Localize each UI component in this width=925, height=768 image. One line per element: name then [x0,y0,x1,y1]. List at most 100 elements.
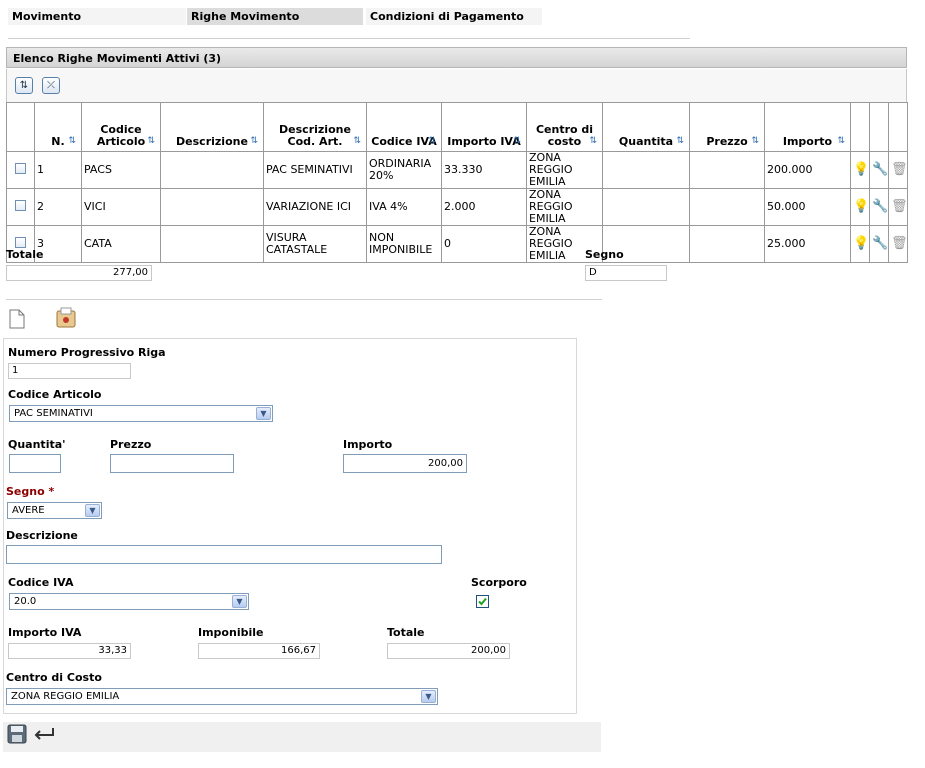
row-checkbox[interactable] [15,237,26,248]
sort-icon[interactable]: ⇅ [68,135,76,147]
sort-icon[interactable]: ⇅ [428,135,436,147]
importo-label: Importo [343,438,393,451]
column-header[interactable]: Descrizione ⇅ [160,102,264,152]
rows-table: N. ⇅ Codice Articolo ⇅ Descrizione ⇅ Descri… [6,102,908,263]
table-header-row: N. ⇅ Codice Articolo ⇅ Descrizione ⇅ Descri… [6,102,908,152]
grid-toolbar: ⇅ ⤫ [6,69,907,102]
column-header[interactable]: Importo IVA ⇅ [441,102,527,152]
sort-icon[interactable]: ⇅ [837,135,845,147]
cell-descrizione [160,151,264,189]
codice-iva-value: 20.0 [14,596,37,607]
centro-select[interactable]: ZONA REGGIO EMILIA ▼ [6,688,438,705]
wrench-icon[interactable]: 🔧 [872,236,888,252]
sort-icon[interactable]: ⇅ [676,135,684,147]
column-header[interactable]: Centro di costo ⇅ [526,102,603,152]
cell-importo-iva: 33.330 [441,151,527,189]
column-header[interactable]: Importo ⇅ [764,102,851,152]
sort-icon[interactable]: ⇅ [250,135,258,147]
table-row[interactable]: 1 PACS PAC SEMINATIVI ORDINARIA 20% 33.3… [6,151,908,189]
chevron-down-icon[interactable]: ▼ [85,504,100,517]
tab-condizioni-pagamento[interactable]: Condizioni di Pagamento [366,8,542,25]
sort-icon[interactable]: ⇅ [147,135,155,147]
numero-field[interactable]: 1 [8,363,131,379]
codice-iva-select[interactable]: 20.0 ▼ [9,593,249,610]
descrizione-field[interactable] [6,545,442,564]
segno-summary-field: D [585,265,667,281]
sort-icon[interactable]: ⇅ [513,135,521,147]
column-header[interactable]: Prezzo ⇅ [689,102,765,152]
action-column-header [850,102,870,152]
cell-prezzo [689,188,765,226]
table-row[interactable]: 3 CATA VISURA CATASTALE NON IMPONIBILE 0… [6,225,908,263]
cell-centro: ZONA REGGIO EMILIA [526,151,603,189]
cell-iva: ORDINARIA 20% [366,151,442,189]
cell-quantita [602,151,690,189]
centro-label: Centro di Costo [6,671,102,684]
column-header[interactable]: Quantita ⇅ [602,102,690,152]
cell-prezzo [689,225,765,263]
row-checkbox[interactable] [15,163,26,174]
importo-iva-field: 33,33 [8,643,131,659]
trash-icon[interactable]: 🗑 [891,236,907,252]
segno-label-text: Segno [6,485,45,498]
required-marker: * [48,485,55,498]
quantita-field[interactable] [9,454,61,473]
new-document-icon[interactable] [9,309,25,329]
wrench-icon[interactable]: 🔧 [872,199,888,215]
table-row[interactable]: 2 VICI VARIAZIONE ICI IVA 4% 2.000 ZONA … [6,188,908,226]
quantita-label: Quantita' [8,438,66,451]
cell-importo-iva: 0 [441,225,527,263]
chevron-down-icon[interactable]: ▼ [421,690,436,703]
trash-icon[interactable]: 🗑 [891,162,907,178]
scorporo-checkbox[interactable] [476,595,489,608]
segno-form-label: Segno * [6,485,54,498]
back-arrow-icon[interactable] [33,726,55,742]
tab-movimento[interactable]: Movimento [8,8,186,25]
cell-centro: ZONA REGGIO EMILIA [526,188,603,226]
cell-iva: IVA 4% [366,188,442,226]
prezzo-field[interactable] [110,454,234,473]
column-header[interactable]: Descrizione Cod. Art. ⇅ [263,102,367,152]
cell-descrizione [160,225,264,263]
wrench-icon[interactable]: 🔧 [872,162,888,178]
chevron-down-icon[interactable]: ▼ [232,595,247,608]
tab-righe-movimento[interactable]: Righe Movimento [187,8,363,25]
trash-icon[interactable]: 🗑 [891,199,907,215]
segno-select[interactable]: AVERE ▼ [7,502,102,519]
sort-arrows-icon[interactable]: ⇅ [15,77,33,94]
cell-n: 1 [34,151,82,189]
sort-icon[interactable]: ⇅ [589,135,597,147]
column-header[interactable]: N. ⇅ [34,102,82,152]
row-checkbox[interactable] [15,200,26,211]
scorporo-label: Scorporo [471,576,527,589]
descrizione-label: Descrizione [6,529,78,542]
importo-iva-label: Importo IVA [8,626,82,639]
centro-value: ZONA REGGIO EMILIA [11,691,120,702]
checkmark-icon [478,597,487,606]
archive-icon[interactable] [55,307,77,329]
numero-label: Numero Progressivo Riga [8,346,166,359]
codice-articolo-select[interactable]: PAC SEMINATIVI ▼ [9,405,273,422]
column-header[interactable]: Codice Articolo ⇅ [81,102,161,152]
cell-descrizione [160,188,264,226]
lightbulb-icon[interactable]: 💡 [853,199,869,215]
cell-quantita [602,188,690,226]
totale-label: Totale [6,248,44,261]
clear-sort-icon[interactable]: ⤫ [42,77,60,94]
sort-icon[interactable]: ⇅ [751,135,759,147]
cell-n: 2 [34,188,82,226]
lightbulb-icon[interactable]: 💡 [853,236,869,252]
importo-field[interactable]: 200,00 [343,454,467,473]
cell-importo: 25.000 [764,225,851,263]
chevron-down-icon[interactable]: ▼ [256,407,271,420]
cell-codice: PACS [81,151,161,189]
sort-icon[interactable]: ⇅ [353,135,361,147]
save-icon[interactable] [7,724,27,744]
lightbulb-icon[interactable]: 💡 [853,162,869,178]
column-header[interactable]: Codice IVA ⇅ [366,102,442,152]
imponibile-field: 166,67 [198,643,320,659]
prezzo-label: Prezzo [110,438,152,451]
imponibile-label: Imponibile [198,626,264,639]
cell-desc-cod: VARIAZIONE ICI [263,188,367,226]
cell-codice: VICI [81,188,161,226]
